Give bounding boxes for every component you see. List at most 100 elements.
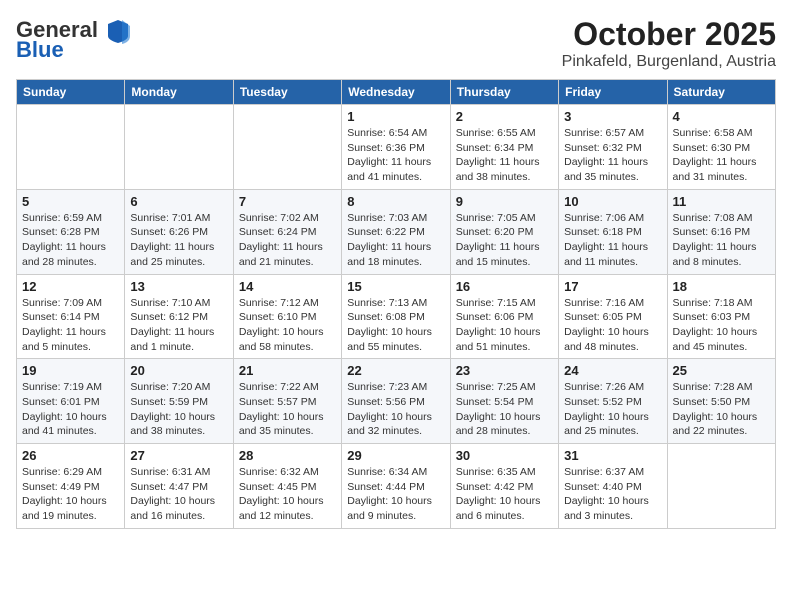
calendar-cell: 27 Sunrise: 6:31 AM Sunset: 4:47 PM Dayli… [125, 444, 233, 529]
day-number: 24 [564, 363, 661, 378]
calendar-cell [233, 105, 341, 190]
logo: General Blue [16, 16, 132, 62]
calendar-cell [17, 105, 125, 190]
day-number: 6 [130, 194, 227, 209]
day-number: 17 [564, 279, 661, 294]
day-info: Sunrise: 7:08 AM Sunset: 6:16 PM Dayligh… [673, 211, 770, 270]
weekday-header-cell: Saturday [667, 80, 775, 105]
calendar-cell: 5 Sunrise: 6:59 AM Sunset: 6:28 PM Daylig… [17, 189, 125, 274]
weekday-header-cell: Monday [125, 80, 233, 105]
day-info: Sunrise: 6:58 AM Sunset: 6:30 PM Dayligh… [673, 126, 770, 185]
calendar-cell: 23 Sunrise: 7:25 AM Sunset: 5:54 PM Dayli… [450, 359, 558, 444]
day-number: 25 [673, 363, 770, 378]
day-number: 27 [130, 448, 227, 463]
calendar-cell: 6 Sunrise: 7:01 AM Sunset: 6:26 PM Daylig… [125, 189, 233, 274]
day-info: Sunrise: 7:09 AM Sunset: 6:14 PM Dayligh… [22, 296, 119, 355]
day-number: 21 [239, 363, 336, 378]
day-number: 23 [456, 363, 553, 378]
day-info: Sunrise: 7:26 AM Sunset: 5:52 PM Dayligh… [564, 380, 661, 439]
calendar-cell: 13 Sunrise: 7:10 AM Sunset: 6:12 PM Dayli… [125, 274, 233, 359]
day-number: 16 [456, 279, 553, 294]
day-number: 11 [673, 194, 770, 209]
page-header: General Blue October 2025 Pinkafeld, Bur… [16, 16, 776, 71]
day-info: Sunrise: 7:06 AM Sunset: 6:18 PM Dayligh… [564, 211, 661, 270]
calendar-cell: 10 Sunrise: 7:06 AM Sunset: 6:18 PM Dayli… [559, 189, 667, 274]
day-number: 13 [130, 279, 227, 294]
weekday-header-cell: Friday [559, 80, 667, 105]
day-number: 7 [239, 194, 336, 209]
day-info: Sunrise: 6:59 AM Sunset: 6:28 PM Dayligh… [22, 211, 119, 270]
calendar-week-row: 12Sunrise: 7:09 AM Sunset: 6:14 PM Dayli… [17, 274, 776, 359]
calendar-cell: 30 Sunrise: 6:35 AM Sunset: 4:42 PM Dayli… [450, 444, 558, 529]
day-info: Sunrise: 7:19 AM Sunset: 6:01 PM Dayligh… [22, 380, 119, 439]
calendar-cell: 31 Sunrise: 6:37 AM Sunset: 4:40 PM Dayli… [559, 444, 667, 529]
day-info: Sunrise: 6:35 AM Sunset: 4:42 PM Dayligh… [456, 465, 553, 524]
day-info: Sunrise: 6:55 AM Sunset: 6:34 PM Dayligh… [456, 126, 553, 185]
day-info: Sunrise: 7:22 AM Sunset: 5:57 PM Dayligh… [239, 380, 336, 439]
calendar-cell [667, 444, 775, 529]
day-number: 5 [22, 194, 119, 209]
day-number: 26 [22, 448, 119, 463]
day-info: Sunrise: 7:25 AM Sunset: 5:54 PM Dayligh… [456, 380, 553, 439]
day-info: Sunrise: 6:37 AM Sunset: 4:40 PM Dayligh… [564, 465, 661, 524]
calendar-cell: 21 Sunrise: 7:22 AM Sunset: 5:57 PM Dayli… [233, 359, 341, 444]
day-info: Sunrise: 7:16 AM Sunset: 6:05 PM Dayligh… [564, 296, 661, 355]
calendar-cell: 7Sunrise: 7:02 AM Sunset: 6:24 PM Daylig… [233, 189, 341, 274]
logo-icon [104, 16, 132, 44]
weekday-header-cell: Sunday [17, 80, 125, 105]
day-info: Sunrise: 6:54 AM Sunset: 6:36 PM Dayligh… [347, 126, 444, 185]
calendar-cell: 24 Sunrise: 7:26 AM Sunset: 5:52 PM Dayli… [559, 359, 667, 444]
day-number: 19 [22, 363, 119, 378]
calendar-week-row: 5 Sunrise: 6:59 AM Sunset: 6:28 PM Daylig… [17, 189, 776, 274]
calendar-cell: 3Sunrise: 6:57 AM Sunset: 6:32 PM Daylig… [559, 105, 667, 190]
day-info: Sunrise: 7:20 AM Sunset: 5:59 PM Dayligh… [130, 380, 227, 439]
calendar-cell: 9 Sunrise: 7:05 AM Sunset: 6:20 PM Daylig… [450, 189, 558, 274]
day-info: Sunrise: 7:01 AM Sunset: 6:26 PM Dayligh… [130, 211, 227, 270]
calendar-cell: 1 Sunrise: 6:54 AM Sunset: 6:36 PM Daylig… [342, 105, 450, 190]
calendar-table: SundayMondayTuesdayWednesdayThursdayFrid… [16, 79, 776, 529]
day-info: Sunrise: 6:34 AM Sunset: 4:44 PM Dayligh… [347, 465, 444, 524]
day-number: 14 [239, 279, 336, 294]
day-number: 2 [456, 109, 553, 124]
day-number: 10 [564, 194, 661, 209]
day-number: 18 [673, 279, 770, 294]
day-number: 3 [564, 109, 661, 124]
calendar-cell: 20 Sunrise: 7:20 AM Sunset: 5:59 PM Dayli… [125, 359, 233, 444]
calendar-cell: 22 Sunrise: 7:23 AM Sunset: 5:56 PM Dayli… [342, 359, 450, 444]
day-number: 9 [456, 194, 553, 209]
day-info: Sunrise: 7:15 AM Sunset: 6:06 PM Dayligh… [456, 296, 553, 355]
calendar-cell: 25Sunrise: 7:28 AM Sunset: 5:50 PM Dayli… [667, 359, 775, 444]
calendar-cell: 17 Sunrise: 7:16 AM Sunset: 6:05 PM Dayli… [559, 274, 667, 359]
calendar-cell: 18 Sunrise: 7:18 AM Sunset: 6:03 PM Dayli… [667, 274, 775, 359]
calendar-cell: 26 Sunrise: 6:29 AM Sunset: 4:49 PM Dayli… [17, 444, 125, 529]
calendar-body: 1 Sunrise: 6:54 AM Sunset: 6:36 PM Daylig… [17, 105, 776, 529]
day-info: Sunrise: 6:32 AM Sunset: 4:45 PM Dayligh… [239, 465, 336, 524]
calendar-cell: 11 Sunrise: 7:08 AM Sunset: 6:16 PM Dayli… [667, 189, 775, 274]
day-number: 22 [347, 363, 444, 378]
location-title: Pinkafeld, Burgenland, Austria [562, 53, 776, 71]
day-info: Sunrise: 7:23 AM Sunset: 5:56 PM Dayligh… [347, 380, 444, 439]
calendar-cell: 19 Sunrise: 7:19 AM Sunset: 6:01 PM Dayli… [17, 359, 125, 444]
day-number: 29 [347, 448, 444, 463]
day-info: Sunrise: 7:18 AM Sunset: 6:03 PM Dayligh… [673, 296, 770, 355]
day-number: 15 [347, 279, 444, 294]
month-title: October 2025 [562, 16, 776, 53]
day-number: 30 [456, 448, 553, 463]
day-number: 4 [673, 109, 770, 124]
day-info: Sunrise: 7:10 AM Sunset: 6:12 PM Dayligh… [130, 296, 227, 355]
day-info: Sunrise: 6:31 AM Sunset: 4:47 PM Dayligh… [130, 465, 227, 524]
day-info: Sunrise: 7:03 AM Sunset: 6:22 PM Dayligh… [347, 211, 444, 270]
calendar-cell: 2 Sunrise: 6:55 AM Sunset: 6:34 PM Daylig… [450, 105, 558, 190]
calendar-cell: 4 Sunrise: 6:58 AM Sunset: 6:30 PM Daylig… [667, 105, 775, 190]
day-number: 20 [130, 363, 227, 378]
weekday-header-cell: Thursday [450, 80, 558, 105]
calendar-cell: 16 Sunrise: 7:15 AM Sunset: 6:06 PM Dayli… [450, 274, 558, 359]
day-info: Sunrise: 7:12 AM Sunset: 6:10 PM Dayligh… [239, 296, 336, 355]
day-info: Sunrise: 7:05 AM Sunset: 6:20 PM Dayligh… [456, 211, 553, 270]
day-info: Sunrise: 6:29 AM Sunset: 4:49 PM Dayligh… [22, 465, 119, 524]
calendar-cell: 12Sunrise: 7:09 AM Sunset: 6:14 PM Dayli… [17, 274, 125, 359]
weekday-header-row: SundayMondayTuesdayWednesdayThursdayFrid… [17, 80, 776, 105]
day-number: 1 [347, 109, 444, 124]
calendar-title-area: October 2025 Pinkafeld, Burgenland, Aust… [562, 16, 776, 71]
day-number: 31 [564, 448, 661, 463]
